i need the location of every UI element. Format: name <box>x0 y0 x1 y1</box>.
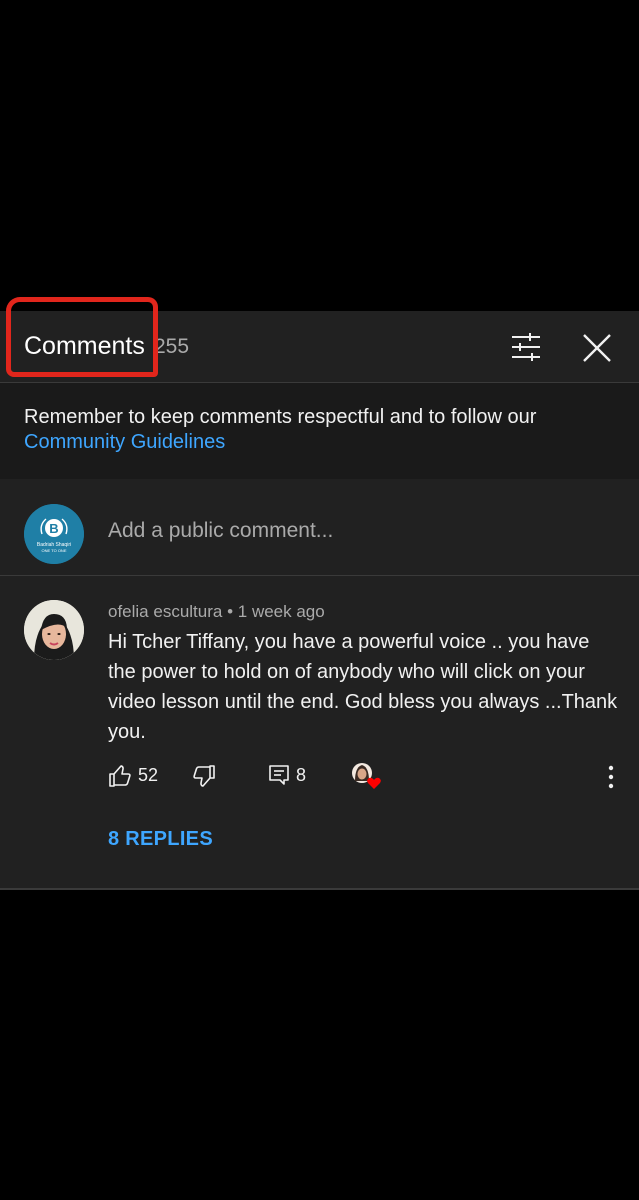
add-comment-row: B Badriah Shaqiri ONE TO ONE Add a publi… <box>0 479 639 576</box>
comment-meta: ofelia escultura • 1 week ago <box>108 602 325 622</box>
avatar: B Badriah Shaqiri ONE TO ONE <box>24 504 84 564</box>
guidelines-message: Remember to keep comments respectful and… <box>24 406 537 428</box>
comments-header: Comments 255 <box>0 297 639 383</box>
comments-panel: Comments 255 Remember to keep comments r… <box>0 297 639 890</box>
thumbs-down-icon[interactable] <box>192 764 216 788</box>
svg-text:ONE TO ONE: ONE TO ONE <box>42 548 67 553</box>
reply-count: 8 <box>296 765 307 785</box>
screen: Comments 255 Remember to keep comments r… <box>0 0 639 1200</box>
close-icon[interactable] <box>580 331 614 365</box>
commenter-avatar[interactable] <box>24 600 84 660</box>
comment-text: Hi Tcher Tiffany, you have a powerful vo… <box>108 631 618 743</box>
comment-author[interactable]: ofelia escultura <box>108 602 222 621</box>
svg-text:B: B <box>49 521 58 536</box>
profile-photo-icon <box>24 600 84 660</box>
more-vert-icon[interactable] <box>604 764 618 790</box>
community-guidelines-link[interactable]: Community Guidelines <box>24 430 624 455</box>
add-comment-input[interactable]: Add a public comment... <box>108 519 333 543</box>
comment-time: 1 week ago <box>237 602 325 621</box>
creator-heart-icon <box>352 763 381 789</box>
comment-actions: 52 8 <box>0 763 639 804</box>
guidelines-notice: Remember to keep comments respectful and… <box>0 383 639 479</box>
filter-icon[interactable] <box>508 329 544 365</box>
red-highlight-annotation <box>6 297 158 377</box>
comments-count: 255 <box>154 335 190 358</box>
guidelines-text: Remember to keep comments respectful and… <box>24 405 624 455</box>
like-count: 52 <box>138 765 159 785</box>
view-replies-button[interactable]: 8 REPLIES <box>108 828 213 851</box>
reply-icon[interactable] <box>268 764 290 786</box>
channel-logo-icon: B Badriah Shaqiri ONE TO ONE <box>24 504 84 564</box>
meta-separator: • <box>227 602 234 621</box>
comment-item: ofelia escultura • 1 week ago Hi Tcher T… <box>0 576 639 886</box>
thumbs-up-icon[interactable] <box>108 764 132 788</box>
